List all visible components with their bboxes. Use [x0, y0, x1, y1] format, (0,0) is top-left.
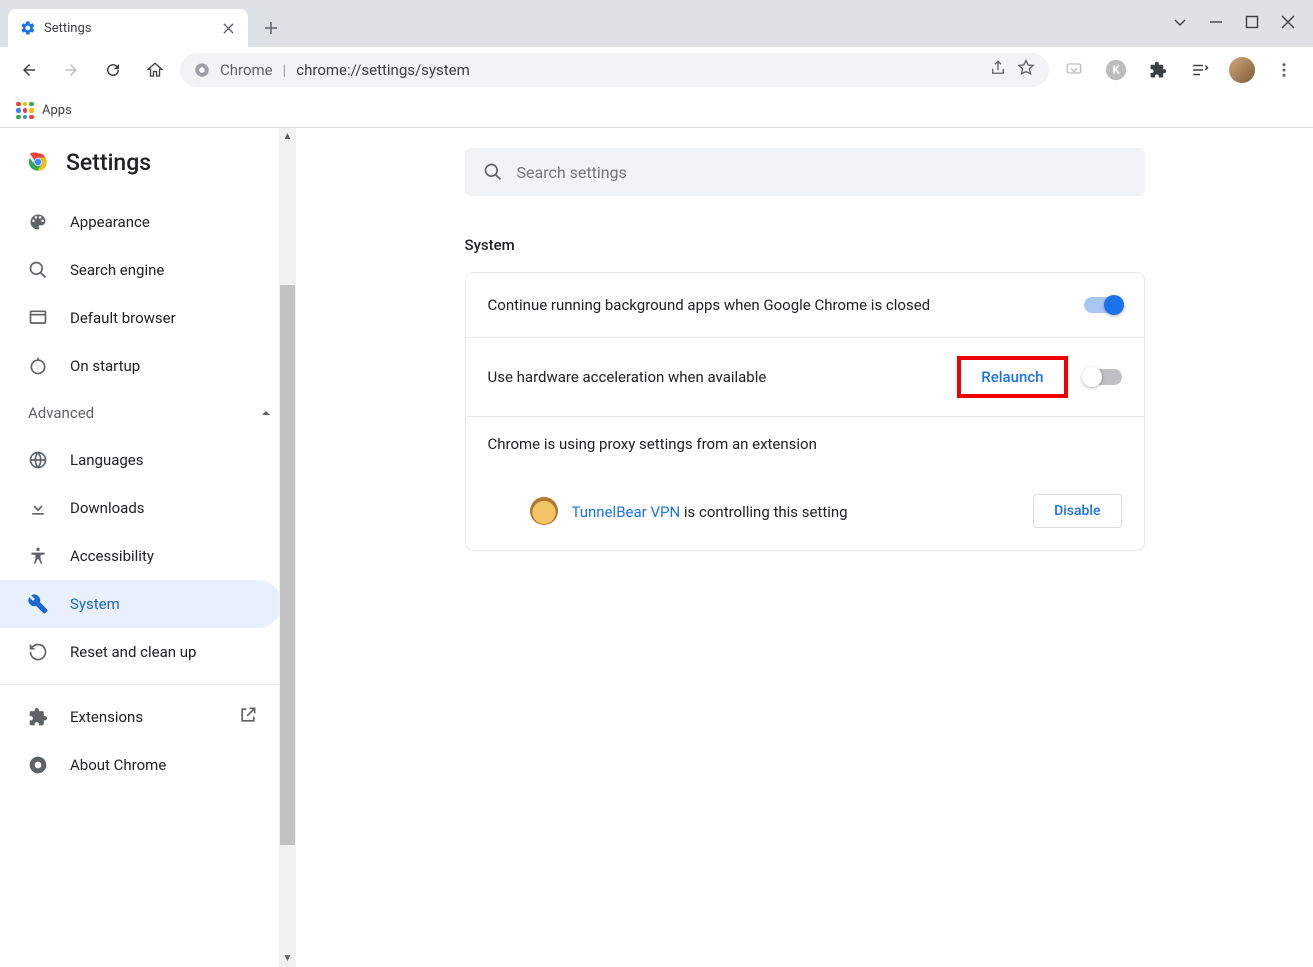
sidebar-item-label: Downloads — [70, 499, 145, 517]
toggle-background-apps[interactable] — [1084, 297, 1122, 313]
omnibox[interactable]: Chrome | chrome://settings/system — [180, 53, 1049, 87]
sidebar-item-default-browser[interactable]: Default browser — [0, 294, 282, 342]
reading-list-icon[interactable] — [1183, 53, 1217, 87]
row-label: Chrome is using proxy settings from an e… — [488, 435, 1122, 453]
star-icon[interactable] — [1017, 59, 1035, 81]
bookmarks-bar: Apps — [0, 94, 1313, 128]
settings-page: Settings Appearance Search engine Defaul… — [0, 128, 1313, 967]
row-label: Use hardware acceleration when available — [488, 368, 942, 386]
sidebar-scrollbar[interactable]: ▲ ▼ — [279, 128, 296, 967]
row-proxy-extension: TunnelBear VPN is controlling this setti… — [466, 480, 1144, 550]
sidebar-item-label: About Chrome — [70, 756, 166, 774]
extension-name-link[interactable]: TunnelBear VPN — [572, 503, 681, 521]
toggle-hardware-acceleration[interactable] — [1084, 369, 1122, 385]
sidebar-item-extensions[interactable]: Extensions — [0, 693, 282, 741]
gear-icon — [20, 20, 36, 36]
reload-button[interactable] — [96, 53, 130, 87]
svg-text:K: K — [1113, 64, 1121, 77]
search-settings-box[interactable] — [465, 148, 1145, 196]
sidebar-item-accessibility[interactable]: Accessibility — [0, 532, 282, 580]
sidebar-item-downloads[interactable]: Downloads — [0, 484, 282, 532]
scroll-down-icon[interactable]: ▼ — [279, 950, 296, 967]
settings-sidebar: Settings Appearance Search engine Defaul… — [0, 128, 296, 967]
sidebar-item-label: Appearance — [70, 213, 150, 231]
tunnelbear-icon — [530, 497, 558, 525]
omnibox-label: Chrome — [220, 61, 273, 79]
tab-title: Settings — [44, 21, 212, 36]
apps-label: Apps — [42, 103, 72, 118]
row-proxy-settings: Chrome is using proxy settings from an e… — [466, 416, 1144, 480]
home-button[interactable] — [138, 53, 172, 87]
browser-toolbar: Chrome | chrome://settings/system K — [0, 47, 1313, 94]
apps-shortcut[interactable]: Apps — [16, 102, 72, 120]
chrome-grey-icon — [194, 62, 210, 78]
search-icon — [483, 162, 503, 182]
system-settings-card: Continue running background apps when Go… — [465, 272, 1145, 551]
row-hardware-acceleration: Use hardware acceleration when available… — [466, 337, 1144, 416]
profile-avatar[interactable] — [1225, 53, 1259, 87]
sidebar-item-search-engine[interactable]: Search engine — [0, 246, 282, 294]
extension-suffix-text: is controlling this setting — [680, 503, 847, 521]
omnibox-url: chrome://settings/system — [296, 61, 469, 79]
maximize-button[interactable] — [1245, 14, 1259, 33]
sidebar-item-label: Search engine — [70, 261, 164, 279]
chrome-logo-icon — [24, 148, 52, 176]
sidebar-item-label: Accessibility — [70, 547, 154, 565]
sidebar-item-appearance[interactable]: Appearance — [0, 198, 282, 246]
chrome-menu-button[interactable] — [1267, 53, 1301, 87]
close-window-button[interactable] — [1281, 14, 1295, 33]
scroll-up-icon[interactable]: ▲ — [279, 128, 296, 145]
chevron-up-icon — [260, 407, 272, 419]
share-icon[interactable] — [989, 59, 1007, 81]
sidebar-item-label: Languages — [70, 451, 144, 469]
minimize-button[interactable] — [1209, 14, 1223, 33]
sidebar-title: Settings — [66, 149, 151, 176]
tab-strip: Settings — [0, 0, 1313, 47]
relaunch-highlight: Relaunch — [957, 356, 1067, 398]
advanced-label: Advanced — [28, 404, 94, 422]
close-icon[interactable] — [220, 20, 236, 36]
sidebar-item-label: Default browser — [70, 309, 176, 327]
external-link-icon — [238, 705, 258, 729]
settings-main: System Continue running background apps … — [296, 128, 1313, 967]
row-background-apps: Continue running background apps when Go… — [466, 273, 1144, 337]
apps-icon — [16, 102, 34, 120]
section-heading-system: System — [465, 236, 1145, 254]
sidebar-item-languages[interactable]: Languages — [0, 436, 282, 484]
scrollbar-thumb[interactable] — [280, 285, 295, 845]
sidebar-header: Settings — [0, 148, 296, 190]
sidebar-item-reset[interactable]: Reset and clean up — [0, 628, 282, 676]
sidebar-section-advanced[interactable]: Advanced — [0, 390, 296, 436]
sidebar-item-label: On startup — [70, 357, 140, 375]
chevron-down-icon[interactable] — [1173, 14, 1187, 33]
search-settings-input[interactable] — [517, 163, 1127, 182]
forward-button[interactable] — [54, 53, 88, 87]
sidebar-item-about[interactable]: About Chrome — [0, 741, 282, 789]
pocket-icon[interactable] — [1057, 53, 1091, 87]
extensions-icon[interactable] — [1141, 53, 1175, 87]
browser-tab-settings[interactable]: Settings — [8, 9, 248, 47]
sidebar-divider — [0, 684, 296, 685]
relaunch-button[interactable]: Relaunch — [969, 362, 1055, 392]
extension-k-icon[interactable]: K — [1099, 53, 1133, 87]
sidebar-item-label: System — [70, 595, 120, 613]
sidebar-item-label: Reset and clean up — [70, 643, 196, 661]
back-button[interactable] — [12, 53, 46, 87]
window-controls — [1173, 0, 1313, 47]
disable-extension-button[interactable]: Disable — [1033, 494, 1121, 528]
row-label: Continue running background apps when Go… — [488, 296, 1068, 314]
sidebar-item-on-startup[interactable]: On startup — [0, 342, 282, 390]
sidebar-item-system[interactable]: System — [0, 580, 282, 628]
new-tab-button[interactable] — [254, 11, 288, 45]
sidebar-item-label: Extensions — [70, 708, 143, 726]
